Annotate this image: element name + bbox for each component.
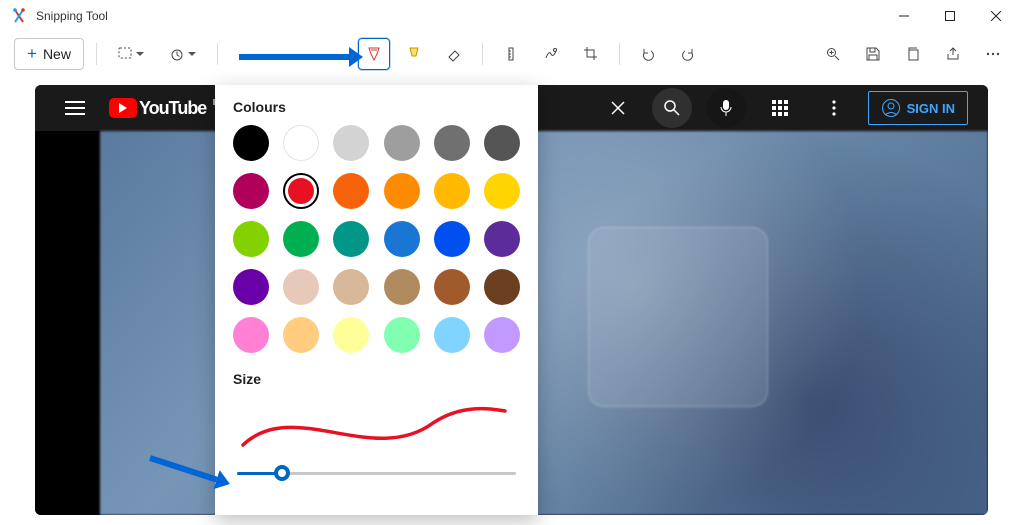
colours-heading: Colours: [233, 99, 520, 115]
touch-writing-button[interactable]: [535, 38, 567, 70]
user-icon: [881, 98, 901, 118]
kebab-icon[interactable]: [814, 88, 854, 128]
stroke-preview-path: [243, 409, 505, 445]
window-close-button[interactable]: [973, 0, 1019, 32]
color-swatch[interactable]: [333, 173, 369, 209]
color-swatch[interactable]: [384, 125, 420, 161]
color-swatch[interactable]: [484, 173, 520, 209]
ruler-tool-button[interactable]: [495, 38, 527, 70]
color-swatch[interactable]: [283, 221, 319, 257]
color-swatch[interactable]: [233, 269, 269, 305]
redo-button[interactable]: [672, 38, 704, 70]
color-swatch[interactable]: [333, 125, 369, 161]
youtube-sidebar-black: [35, 131, 100, 515]
color-swatch[interactable]: [333, 317, 369, 353]
size-preview: [233, 397, 520, 453]
zoom-button[interactable]: [817, 38, 849, 70]
youtube-play-icon: [109, 98, 137, 118]
apps-icon[interactable]: [760, 88, 800, 128]
sign-in-button[interactable]: SIGN IN: [868, 91, 968, 125]
delay-button[interactable]: [161, 38, 205, 70]
color-swatch[interactable]: [283, 317, 319, 353]
chevron-down-icon: [136, 52, 144, 56]
youtube-logo[interactable]: YouTube IN: [109, 98, 206, 119]
size-slider[interactable]: [233, 463, 520, 483]
color-swatch[interactable]: [233, 221, 269, 257]
color-swatch[interactable]: [384, 317, 420, 353]
app-icon: [10, 7, 28, 25]
color-swatch-grid: [233, 125, 520, 353]
window-minimize-button[interactable]: [881, 0, 927, 32]
undo-button[interactable]: [632, 38, 664, 70]
hamburger-icon[interactable]: [55, 88, 95, 128]
color-swatch[interactable]: [233, 317, 269, 353]
snip-mode-button[interactable]: [109, 38, 153, 70]
color-swatch[interactable]: [384, 269, 420, 305]
toolbar-separator: [619, 43, 620, 65]
size-heading: Size: [233, 371, 520, 387]
color-swatch[interactable]: [384, 221, 420, 257]
window-title: Snipping Tool: [36, 9, 881, 23]
color-swatch[interactable]: [434, 221, 470, 257]
window-maximize-button[interactable]: [927, 0, 973, 32]
copy-button[interactable]: [897, 38, 929, 70]
color-swatch[interactable]: [484, 221, 520, 257]
highlighter-tool-button[interactable]: [398, 38, 430, 70]
color-swatch[interactable]: [333, 269, 369, 305]
color-swatch[interactable]: [484, 269, 520, 305]
slider-thumb[interactable]: [274, 465, 290, 481]
more-button[interactable]: [977, 38, 1009, 70]
toolbar-separator: [482, 43, 483, 65]
color-swatch[interactable]: [484, 125, 520, 161]
search-icon[interactable]: [652, 88, 692, 128]
sign-in-label: SIGN IN: [907, 101, 955, 116]
chevron-down-icon: [188, 52, 196, 56]
save-button[interactable]: [857, 38, 889, 70]
share-button[interactable]: [937, 38, 969, 70]
new-snip-button[interactable]: + New: [14, 38, 84, 70]
mic-icon[interactable]: [706, 88, 746, 128]
eraser-tool-button[interactable]: [438, 38, 470, 70]
toolbar-separator: [96, 43, 97, 65]
color-swatch[interactable]: [434, 317, 470, 353]
color-swatch[interactable]: [484, 317, 520, 353]
color-swatch[interactable]: [283, 125, 319, 161]
crop-tool-button[interactable]: [575, 38, 607, 70]
toolbar-separator: [217, 43, 218, 65]
color-swatch[interactable]: [434, 173, 470, 209]
new-label: New: [43, 46, 71, 62]
callout-arrow: [239, 54, 349, 60]
plus-icon: +: [27, 44, 37, 64]
color-swatch[interactable]: [233, 173, 269, 209]
color-swatch[interactable]: [283, 173, 319, 209]
color-swatch[interactable]: [434, 125, 470, 161]
color-swatch[interactable]: [283, 269, 319, 305]
color-swatch[interactable]: [434, 269, 470, 305]
pen-options-popup: Colours Size: [215, 85, 538, 515]
color-swatch[interactable]: [333, 221, 369, 257]
youtube-brand-text: YouTube: [139, 98, 206, 119]
color-swatch[interactable]: [384, 173, 420, 209]
clear-search-icon[interactable]: [598, 88, 638, 128]
color-swatch[interactable]: [233, 125, 269, 161]
